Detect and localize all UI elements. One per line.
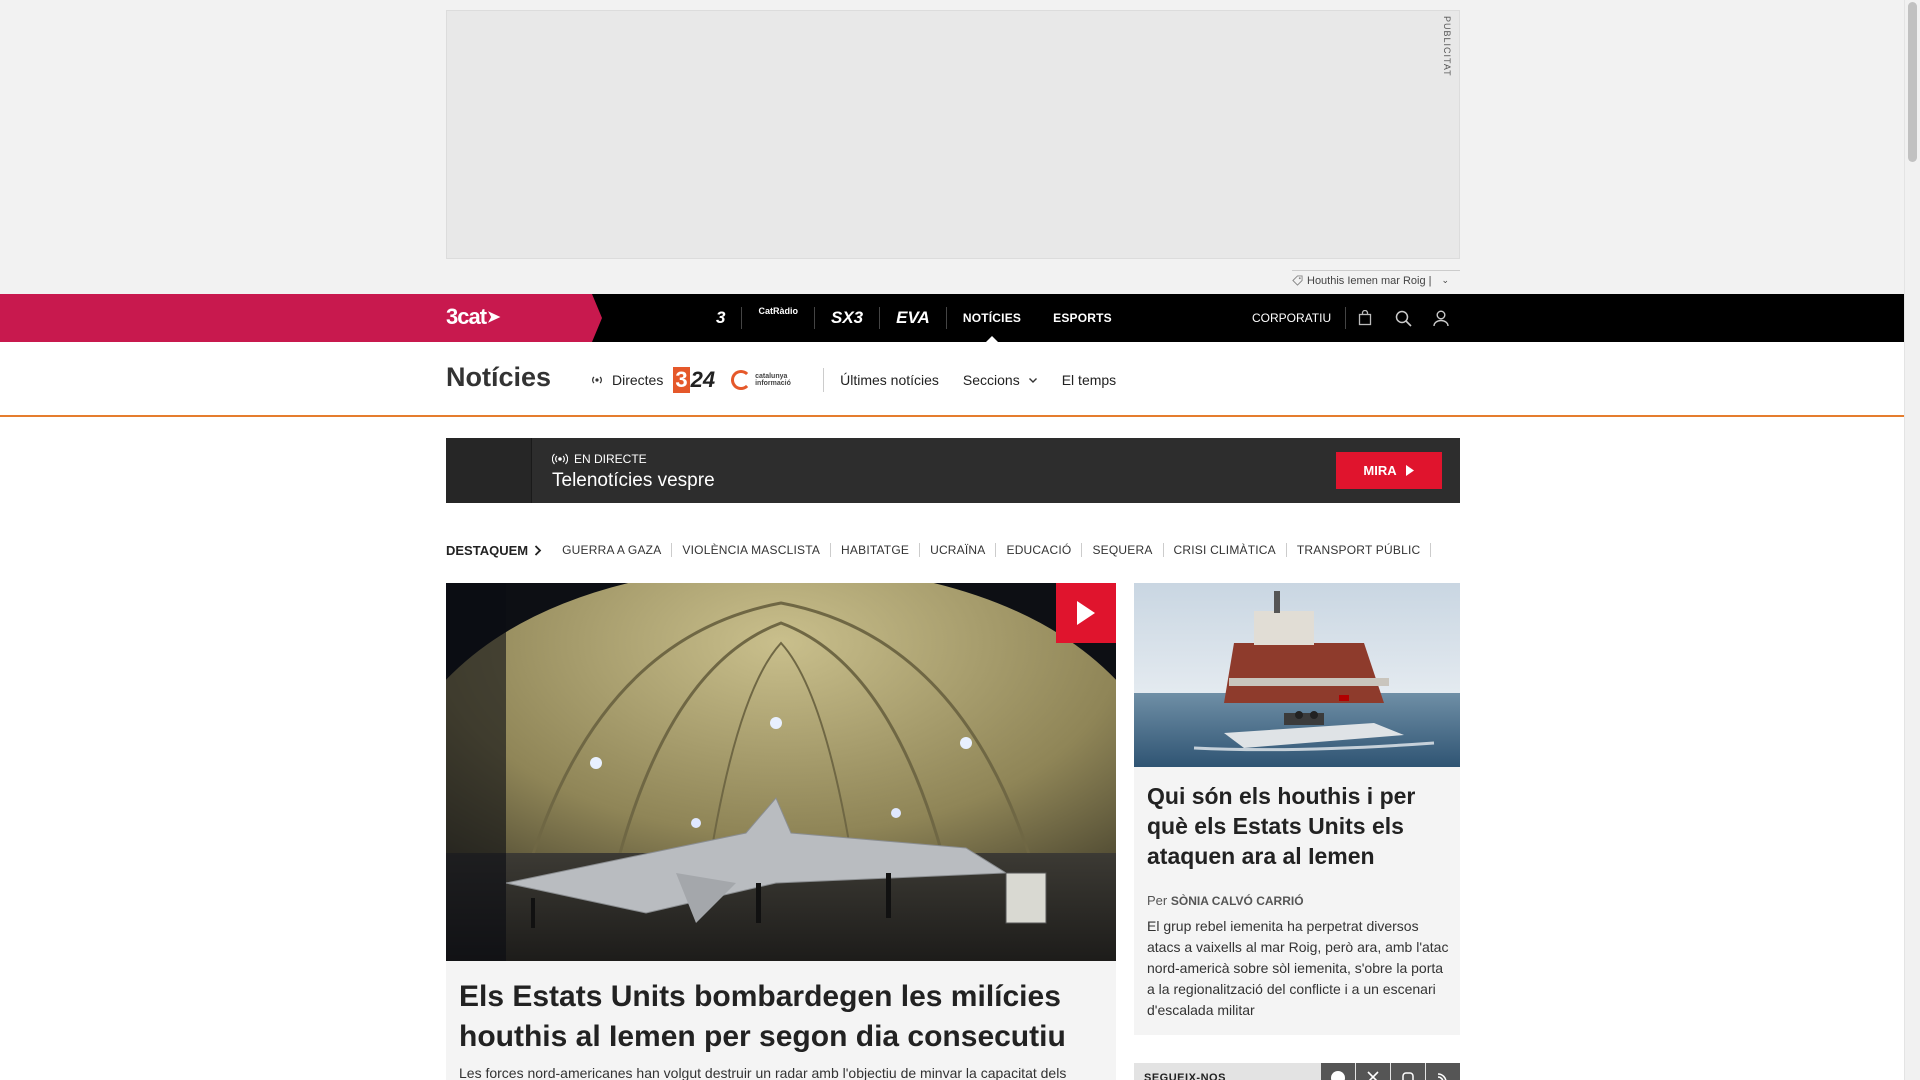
ad-banner[interactable]	[446, 10, 1460, 259]
catradio-logo[interactable]: CatRàdio	[742, 307, 815, 329]
ad-label: PUBLICITAT	[1442, 16, 1452, 77]
side-article-image[interactable]	[1134, 583, 1460, 767]
seccions-dropdown[interactable]: Seccions	[963, 372, 1038, 388]
arrow-icon: ➤	[487, 309, 500, 326]
side-article-card: Qui són els houthis i per què els Estats…	[1134, 583, 1460, 1035]
brand-name: 3cat	[446, 304, 487, 329]
featured-heading-label: DESTAQUEM	[446, 542, 529, 558]
user-icon	[1433, 310, 1449, 327]
topnav-actions: CORPORATIU	[1252, 294, 1460, 342]
main-article-lede: Les forces nord-americanes han volgut de…	[459, 1065, 1067, 1080]
324-prefix: 3	[673, 367, 690, 393]
side-article-title[interactable]: Qui són els houthis i per què els Estats…	[1147, 781, 1447, 871]
eva-logo[interactable]: EVA	[880, 307, 947, 329]
ad-topic-tag[interactable]: Houthis Iemen mar Roig | ⌄	[1292, 270, 1460, 290]
rss-link[interactable]	[1426, 1063, 1460, 1080]
chevron-down-icon: ⌄	[1441, 275, 1450, 285]
nav-esports[interactable]: ESPORTS	[1037, 294, 1128, 342]
ad-area: PUBLICITAT Houthis Iemen mar Roig | ⌄	[0, 0, 1904, 294]
page-scrollbar[interactable]	[1904, 0, 1920, 1080]
section-links: Directes 3 24 catalunya informació Últime…	[590, 364, 1140, 396]
live-broadcast-icon	[552, 453, 568, 465]
topic-tag[interactable]: VIOLÈNCIA MASCLISTA	[672, 543, 832, 557]
topic-tag[interactable]: TRANSPORT PÚBLIC	[1287, 543, 1432, 557]
topic-tag[interactable]: GUERRA A GAZA	[552, 543, 673, 557]
play-icon	[1077, 601, 1095, 625]
instagram-link[interactable]	[1391, 1063, 1425, 1080]
live-label-text: EN DIRECTE	[574, 452, 647, 466]
play-icon	[1405, 465, 1414, 476]
topic-tag[interactable]: HABITATGE	[831, 543, 921, 557]
hangar-jet-photo	[446, 583, 1116, 961]
section-title[interactable]: Notícies	[446, 362, 551, 393]
catalunya-informacio-logo[interactable]: catalunya informació	[731, 370, 807, 390]
social-links	[1320, 1063, 1460, 1080]
topic-tag[interactable]: SEQUERA	[1082, 543, 1164, 557]
divider	[823, 368, 825, 392]
nav-noticies[interactable]: NOTÍCIES	[947, 294, 1037, 342]
topic-tag[interactable]: EDUCACIÓ	[996, 543, 1083, 557]
user-button[interactable]	[1422, 294, 1460, 342]
seccions-label: Seccions	[962, 372, 1020, 388]
nav-corporatiu[interactable]: CORPORATIU	[1252, 307, 1347, 329]
shop-button[interactable]	[1346, 294, 1384, 342]
chevron-down-icon	[1028, 377, 1037, 383]
x-link[interactable]	[1356, 1063, 1390, 1080]
video-play-button[interactable]	[1056, 583, 1116, 643]
search-icon	[1395, 310, 1412, 327]
3cat-logo[interactable]: 3cat ➤	[446, 304, 500, 330]
search-button[interactable]	[1384, 294, 1422, 342]
live-thumbnail	[446, 438, 532, 503]
324-label: 24	[690, 367, 716, 392]
main-article-image[interactable]	[446, 583, 1116, 961]
article-byline: Per Sònia Calvó Carrió	[1147, 893, 1304, 908]
tag-icon	[1292, 275, 1303, 286]
instagram-icon	[1402, 1072, 1414, 1080]
section-navigation: Notícies Directes 3 24 catalunya informac…	[0, 342, 1904, 417]
ci-label: catalunya informació	[755, 373, 791, 387]
main-article-card: Els Estats Units bombardegen les milície…	[446, 961, 1116, 1080]
author-name[interactable]: Sònia Calvó Carrió	[1171, 894, 1304, 908]
follow-us-box: SEGUEIX-NOS	[1134, 1063, 1460, 1080]
featured-topics: DESTAQUEM GUERRA A GAZA VIOLÈNCIA MASCLI…	[446, 540, 1432, 560]
el-temps-link[interactable]: El temps	[1062, 372, 1116, 388]
sx3-logo[interactable]: SX3	[815, 307, 881, 329]
live-label: EN DIRECTE	[552, 452, 647, 466]
tv3-logo[interactable]: 3	[700, 307, 743, 329]
directes-label: Directes	[612, 372, 664, 388]
chevron-right-icon	[534, 544, 542, 556]
sx3-label: SX3	[830, 308, 864, 327]
main-article-title[interactable]: Els Estats Units bombardegen les milície…	[459, 977, 1099, 1057]
brand-bar	[0, 294, 602, 342]
watch-button[interactable]: MIRA	[1336, 452, 1442, 489]
topic-tag[interactable]: UCRAÏNA	[920, 543, 997, 557]
live-broadcast-icon	[592, 376, 602, 384]
byline-prefix: Per	[1147, 893, 1168, 908]
rss-icon	[1437, 1073, 1447, 1080]
tv3-label: 3	[716, 308, 726, 327]
watch-label: MIRA	[1363, 463, 1397, 478]
shopping-bag-icon	[1358, 310, 1372, 326]
facebook-icon	[1331, 1071, 1345, 1080]
featured-heading[interactable]: DESTAQUEM	[446, 543, 542, 558]
324-logo[interactable]: 3 24	[673, 367, 715, 393]
topic-tag[interactable]: CRISI CLIMÀTICA	[1164, 543, 1287, 557]
live-banner[interactable]: EN DIRECTE Telenotícies vespre MIRA	[446, 438, 1460, 503]
scrollbar-thumb[interactable]	[1908, 2, 1917, 162]
ci-ring-icon	[731, 370, 752, 390]
top-navigation: 3cat ➤ 3 CatRàdio SX3 EVA NOTÍCIES ESPOR…	[0, 294, 1904, 342]
x-icon	[1367, 1071, 1379, 1080]
eva-label: EVA	[896, 308, 930, 327]
ad-tag-text: Houthis Iemen mar Roig |	[1307, 274, 1432, 287]
ultimes-noticies-link[interactable]: Últimes notícies	[840, 372, 939, 388]
facebook-link[interactable]	[1321, 1063, 1355, 1080]
catradio-label: CatRàdio	[758, 306, 798, 316]
side-article-lede: El grup rebel iemenita ha perpetrat dive…	[1147, 918, 1449, 1018]
live-program-title: Telenotícies vespre	[552, 470, 715, 491]
channel-list: 3 CatRàdio SX3 EVA NOTÍCIES ESPORTS	[700, 294, 1128, 342]
directes-link[interactable]: Directes	[590, 372, 663, 388]
ship-boat-photo	[1134, 583, 1460, 767]
follow-us-label: SEGUEIX-NOS	[1144, 1072, 1226, 1080]
